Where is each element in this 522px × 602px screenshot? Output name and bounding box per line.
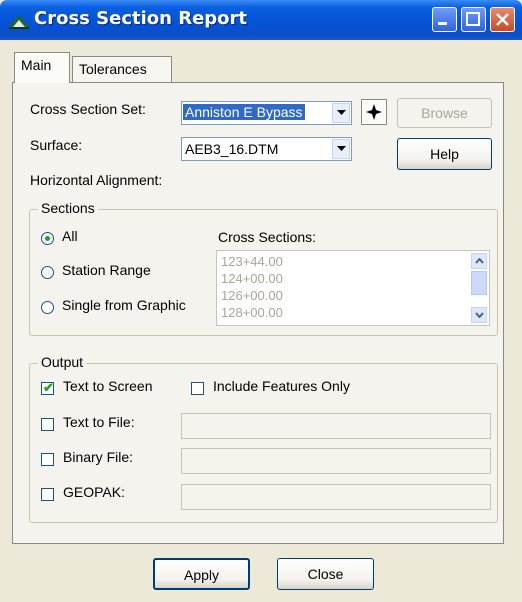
text-to-screen-label[interactable]: Text to Screen — [63, 378, 153, 394]
list-item[interactable]: 128+00.00 — [221, 305, 283, 320]
scroll-up-button[interactable] — [471, 253, 487, 269]
cross-section-set-value: Anniston E Bypass — [183, 104, 305, 120]
text-to-file-field[interactable] — [181, 413, 491, 439]
radio-all[interactable] — [41, 232, 54, 245]
sections-group-title: Sections — [38, 200, 98, 216]
radio-selected-dot — [45, 236, 50, 241]
text-to-file-label[interactable]: Text to File: — [63, 414, 135, 430]
close-icon — [496, 13, 509, 26]
surface-label: Surface: — [30, 137, 83, 153]
text-to-screen-checkbox[interactable]: ✔ — [41, 380, 54, 395]
browse-label: Browse — [421, 105, 468, 121]
star-target-icon — [366, 104, 382, 120]
include-features-only-checkbox[interactable] — [191, 382, 204, 395]
radio-all-label[interactable]: All — [62, 228, 78, 244]
minimize-button[interactable] — [432, 7, 457, 32]
chevron-down-icon — [474, 312, 484, 318]
apply-label: Apply — [183, 567, 220, 583]
list-item[interactable]: 123+44.00 — [221, 254, 283, 269]
minimize-icon — [438, 22, 447, 25]
help-button[interactable]: Help — [397, 138, 492, 170]
radio-single-from-graphic[interactable] — [41, 301, 54, 314]
list-item[interactable]: 124+00.00 — [221, 271, 283, 286]
title-bar[interactable]: Cross Section Report — [0, 0, 522, 40]
select-set-button[interactable] — [361, 99, 387, 125]
tab-tolerances-label: Tolerances — [79, 61, 147, 77]
binary-file-field[interactable] — [181, 448, 491, 474]
checkmark-icon: ✔ — [43, 380, 54, 395]
tab-tolerances[interactable]: Tolerances — [72, 56, 172, 82]
window-title: Cross Section Report — [34, 8, 248, 29]
chevron-down-icon — [336, 110, 346, 115]
horizontal-alignment-label: Horizontal Alignment: — [30, 172, 163, 188]
geopak-field[interactable] — [181, 484, 491, 510]
cross-section-set-dropdown[interactable]: Anniston E Bypass — [181, 101, 352, 125]
radio-station-range[interactable] — [41, 266, 54, 279]
cross-sections-list-label: Cross Sections: — [218, 229, 317, 245]
surface-dropdown-button[interactable] — [332, 139, 350, 159]
cross-section-app-icon — [9, 15, 29, 29]
surface-dropdown[interactable]: AEB3_16.DTM — [181, 137, 352, 161]
surface-value: AEB3_16.DTM — [185, 141, 279, 157]
maximize-icon — [466, 12, 480, 26]
browse-button[interactable]: Browse — [397, 98, 492, 128]
text-to-file-checkbox[interactable] — [41, 418, 54, 431]
geopak-checkbox[interactable] — [41, 488, 54, 501]
apply-button[interactable]: Apply — [153, 558, 250, 590]
close-label: Close — [307, 566, 344, 582]
binary-file-label[interactable]: Binary File: — [63, 449, 133, 465]
chevron-up-icon — [474, 258, 484, 264]
cross-sections-list[interactable]: 123+44.00 124+00.00 126+00.00 128+00.00 — [216, 250, 490, 326]
close-window-button[interactable] — [490, 7, 515, 32]
scroll-down-button[interactable] — [471, 307, 487, 323]
close-button[interactable]: Close — [277, 558, 374, 590]
radio-single-from-graphic-label[interactable]: Single from Graphic — [62, 297, 186, 313]
output-group-title: Output — [38, 354, 87, 370]
cross-section-set-dropdown-button[interactable] — [332, 103, 350, 123]
geopak-label[interactable]: GEOPAK: — [63, 484, 125, 500]
include-features-only-label[interactable]: Include Features Only — [213, 378, 350, 394]
binary-file-checkbox[interactable] — [41, 453, 54, 466]
tab-main-label: Main — [21, 57, 52, 73]
radio-station-range-label[interactable]: Station Range — [62, 262, 151, 278]
maximize-button[interactable] — [461, 7, 486, 32]
list-item[interactable]: 126+00.00 — [221, 288, 283, 303]
chevron-down-icon — [336, 146, 346, 151]
tab-main[interactable]: Main — [14, 52, 70, 83]
scrollbar-thumb[interactable] — [471, 271, 487, 295]
help-label: Help — [430, 146, 459, 162]
cross-section-set-label: Cross Section Set: — [30, 101, 146, 117]
